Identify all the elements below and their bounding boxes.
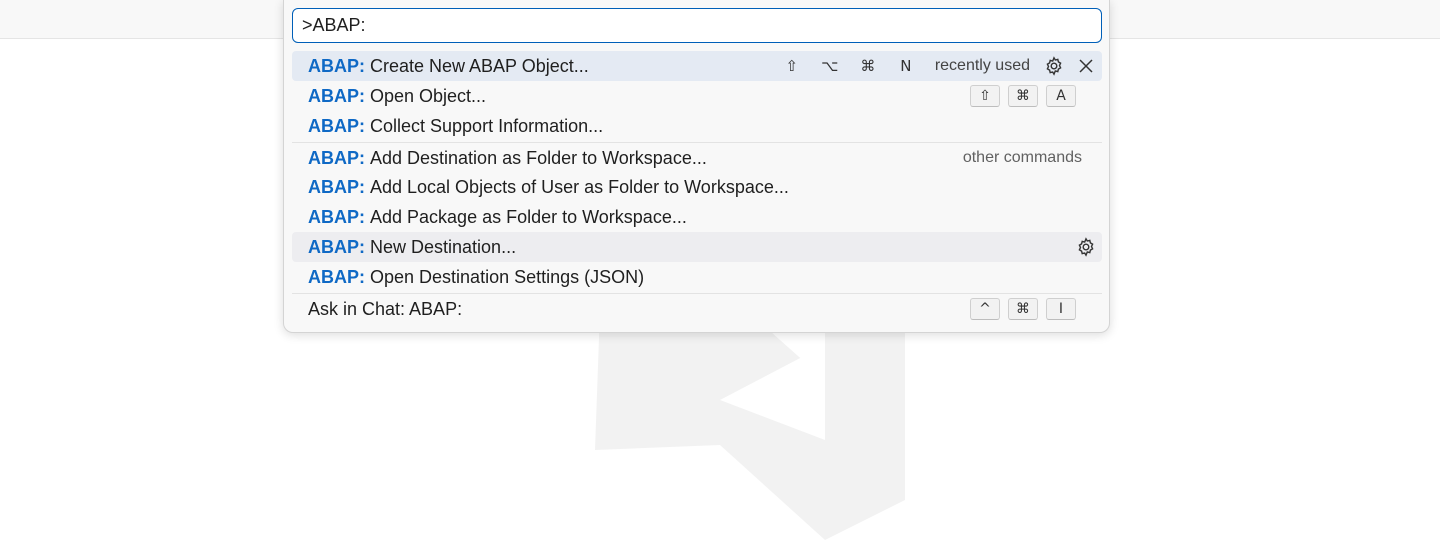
command-label: Add Local Objects of User as Folder to W… xyxy=(370,176,789,197)
recently-used-label: recently used xyxy=(934,57,1030,74)
command-prefix: ABAP: xyxy=(308,115,365,136)
keybinding-command: ⌘ xyxy=(1008,85,1038,107)
keybinding-n: N xyxy=(900,57,912,75)
command-item-add-local-objects-folder[interactable]: ABAP: Add Local Objects of User as Folde… xyxy=(292,172,1102,202)
command-item-new-destination[interactable]: ABAP: New Destination... xyxy=(292,232,1102,262)
command-search-input[interactable]: >ABAP: xyxy=(292,8,1102,43)
command-label: Collect Support Information... xyxy=(370,115,604,136)
gear-icon[interactable] xyxy=(1070,232,1102,262)
command-item-create-new-abap-object[interactable]: ABAP: Create New ABAP Object... ⇧ ⌥ ⌘ N … xyxy=(292,51,1102,81)
keybinding-shift: ⇧ xyxy=(785,57,799,75)
keybinding-command: ⌘ xyxy=(1008,298,1038,320)
command-label: Open Object... xyxy=(370,85,487,106)
command-prefix: ABAP: xyxy=(308,206,365,227)
command-item-open-destination-settings[interactable]: ABAP: Open Destination Settings (JSON) xyxy=(292,262,1102,292)
command-prefix: ABAP: xyxy=(308,236,365,257)
command-label: Open Destination Settings (JSON) xyxy=(370,266,645,287)
command-prefix: ABAP: xyxy=(308,176,365,197)
command-item-ask-in-chat[interactable]: Ask in Chat: ABAP: ^ ⌘ I xyxy=(292,294,1102,324)
keybinding-shift: ⇧ xyxy=(970,85,1000,107)
command-label: Add Package as Folder to Workspace... xyxy=(370,206,687,227)
command-palette: >ABAP: ABAP: Create New ABAP Object... ⇧… xyxy=(283,0,1110,333)
command-item-add-package-folder[interactable]: ABAP: Add Package as Folder to Workspace… xyxy=(292,202,1102,232)
command-label: Ask in Chat: ABAP: xyxy=(308,298,463,319)
keybinding-option: ⌥ xyxy=(821,57,839,75)
keybinding-control: ^ xyxy=(970,298,1000,320)
command-prefix: ABAP: xyxy=(308,55,365,76)
command-prefix: ABAP: xyxy=(308,266,365,287)
keybinding-i: I xyxy=(1046,298,1076,320)
command-item-add-destination-folder[interactable]: ABAP: Add Destination as Folder to Works… xyxy=(292,143,1102,173)
command-item-open-object[interactable]: ABAP: Open Object... ⇧ ⌘ A xyxy=(292,81,1102,111)
command-label: New Destination... xyxy=(370,236,517,257)
command-prefix: ABAP: xyxy=(308,147,365,168)
command-label: Create New ABAP Object... xyxy=(370,55,589,76)
close-icon[interactable] xyxy=(1070,51,1102,81)
command-prefix: ABAP: xyxy=(308,85,365,106)
command-label: Add Destination as Folder to Workspace..… xyxy=(370,147,707,168)
gear-icon[interactable] xyxy=(1038,51,1070,81)
keybinding-a: A xyxy=(1046,85,1076,107)
keybinding-command: ⌘ xyxy=(860,57,876,75)
command-item-collect-support-information[interactable]: ABAP: Collect Support Information... xyxy=(292,111,1102,141)
other-commands-label: other commands xyxy=(962,149,1082,166)
